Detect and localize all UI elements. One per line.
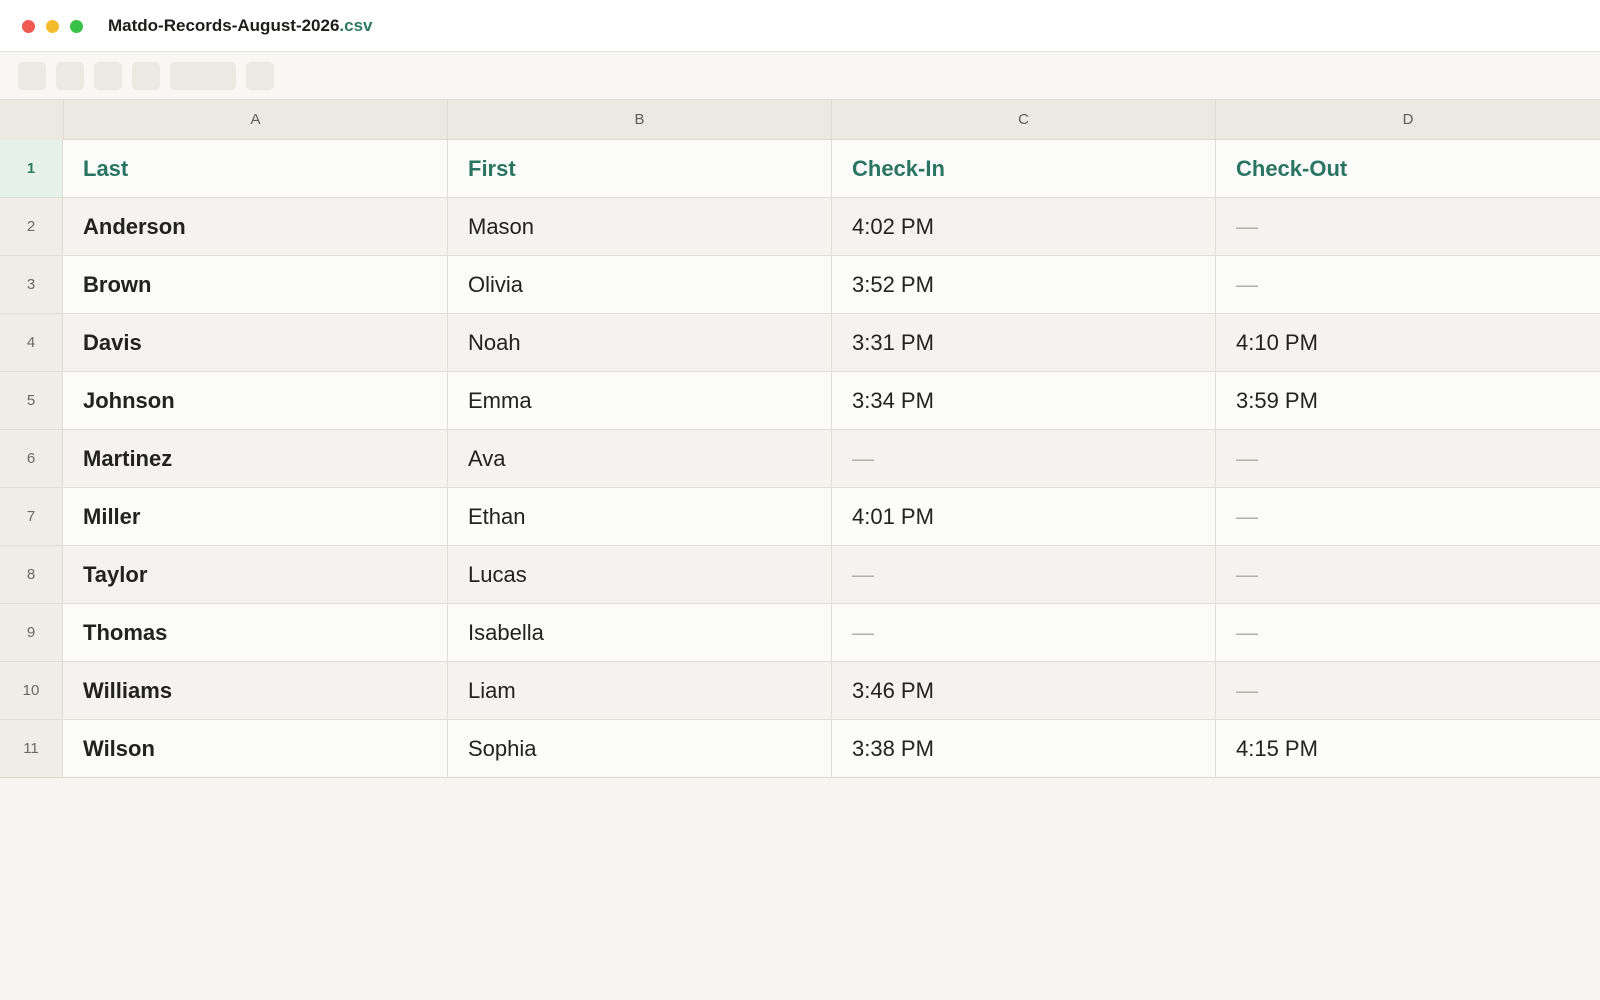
cell-first[interactable]: Mason: [447, 198, 831, 255]
row-number[interactable]: 10: [0, 662, 63, 719]
cell-first[interactable]: Isabella: [447, 604, 831, 661]
row-number[interactable]: 4: [0, 314, 63, 371]
row-number[interactable]: 11: [0, 720, 63, 777]
cell-first[interactable]: Sophia: [447, 720, 831, 777]
cell-first[interactable]: Noah: [447, 314, 831, 371]
column-header-row: A B C D: [0, 100, 1600, 140]
table-row: 10 Williams Liam 3:46 PM —: [0, 662, 1600, 720]
header-cell-first[interactable]: First: [447, 140, 831, 197]
cell-check-out[interactable]: —: [1215, 546, 1600, 603]
file-extension: .csv: [339, 16, 373, 35]
title-bar: Matdo-Records-August-2026.csv: [0, 0, 1600, 52]
cell-check-in[interactable]: —: [831, 546, 1215, 603]
cell-check-out[interactable]: —: [1215, 198, 1600, 255]
cell-last[interactable]: Martinez: [63, 430, 447, 487]
toolbar-button-wide[interactable]: [170, 62, 236, 90]
cell-check-out[interactable]: —: [1215, 604, 1600, 661]
row-number[interactable]: 3: [0, 256, 63, 313]
cell-check-in[interactable]: 3:46 PM: [831, 662, 1215, 719]
minimize-window-button[interactable]: [46, 20, 59, 33]
table-row: 11 Wilson Sophia 3:38 PM 4:15 PM: [0, 720, 1600, 778]
cell-first[interactable]: Ava: [447, 430, 831, 487]
column-header-b[interactable]: B: [447, 100, 831, 140]
table-row: 6 Martinez Ava — —: [0, 430, 1600, 488]
table-row: 5 Johnson Emma 3:34 PM 3:59 PM: [0, 372, 1600, 430]
header-row: 1 Last First Check-In Check-Out: [0, 140, 1600, 198]
cell-last[interactable]: Miller: [63, 488, 447, 545]
table-row: 7 Miller Ethan 4:01 PM —: [0, 488, 1600, 546]
row-number[interactable]: 1: [0, 140, 63, 197]
column-header-d[interactable]: D: [1215, 100, 1600, 140]
column-header-c[interactable]: C: [831, 100, 1215, 140]
cell-first[interactable]: Ethan: [447, 488, 831, 545]
table-row: 9 Thomas Isabella — —: [0, 604, 1600, 662]
row-number[interactable]: 2: [0, 198, 63, 255]
row-number[interactable]: 5: [0, 372, 63, 429]
cell-first[interactable]: Liam: [447, 662, 831, 719]
maximize-window-button[interactable]: [70, 20, 83, 33]
row-number[interactable]: 6: [0, 430, 63, 487]
cell-check-out[interactable]: 4:15 PM: [1215, 720, 1600, 777]
cell-last[interactable]: Taylor: [63, 546, 447, 603]
cell-first[interactable]: Olivia: [447, 256, 831, 313]
header-cell-check-out[interactable]: Check-Out: [1215, 140, 1600, 197]
cell-check-in[interactable]: —: [831, 430, 1215, 487]
cell-last[interactable]: Brown: [63, 256, 447, 313]
cell-check-out[interactable]: 3:59 PM: [1215, 372, 1600, 429]
grid-bottom-border: [0, 777, 1600, 778]
toolbar-button-2[interactable]: [56, 62, 84, 90]
cell-last[interactable]: Johnson: [63, 372, 447, 429]
table-row: 3 Brown Olivia 3:52 PM —: [0, 256, 1600, 314]
cell-check-out[interactable]: —: [1215, 430, 1600, 487]
header-cell-last[interactable]: Last: [63, 140, 447, 197]
cell-last[interactable]: Williams: [63, 662, 447, 719]
toolbar-button-4[interactable]: [132, 62, 160, 90]
cell-first[interactable]: Lucas: [447, 546, 831, 603]
cell-check-in[interactable]: 3:34 PM: [831, 372, 1215, 429]
close-window-button[interactable]: [22, 20, 35, 33]
cell-check-in[interactable]: 4:02 PM: [831, 198, 1215, 255]
row-number[interactable]: 7: [0, 488, 63, 545]
toolbar-button-5[interactable]: [246, 62, 274, 90]
table-row: 8 Taylor Lucas — —: [0, 546, 1600, 604]
table-row: 4 Davis Noah 3:31 PM 4:10 PM: [0, 314, 1600, 372]
select-all-corner[interactable]: [0, 100, 63, 140]
cell-check-in[interactable]: 4:01 PM: [831, 488, 1215, 545]
cell-last[interactable]: Anderson: [63, 198, 447, 255]
cell-check-in[interactable]: 3:31 PM: [831, 314, 1215, 371]
cell-check-out[interactable]: —: [1215, 662, 1600, 719]
cell-check-out[interactable]: —: [1215, 488, 1600, 545]
cell-check-out[interactable]: —: [1215, 256, 1600, 313]
toolbar: [0, 52, 1600, 100]
toolbar-button-3[interactable]: [94, 62, 122, 90]
cell-last[interactable]: Davis: [63, 314, 447, 371]
file-name: Matdo-Records-August-2026: [108, 16, 340, 35]
cell-check-in[interactable]: 3:38 PM: [831, 720, 1215, 777]
cell-first[interactable]: Emma: [447, 372, 831, 429]
row-number[interactable]: 8: [0, 546, 63, 603]
cell-last[interactable]: Wilson: [63, 720, 447, 777]
cell-last[interactable]: Thomas: [63, 604, 447, 661]
column-header-a[interactable]: A: [63, 100, 447, 140]
table-row: 2 Anderson Mason 4:02 PM —: [0, 198, 1600, 256]
cell-check-in[interactable]: 3:52 PM: [831, 256, 1215, 313]
row-number[interactable]: 9: [0, 604, 63, 661]
cell-check-in[interactable]: —: [831, 604, 1215, 661]
cell-check-out[interactable]: 4:10 PM: [1215, 314, 1600, 371]
window-title: Matdo-Records-August-2026.csv: [108, 15, 373, 37]
toolbar-button-1[interactable]: [18, 62, 46, 90]
header-cell-check-in[interactable]: Check-In: [831, 140, 1215, 197]
